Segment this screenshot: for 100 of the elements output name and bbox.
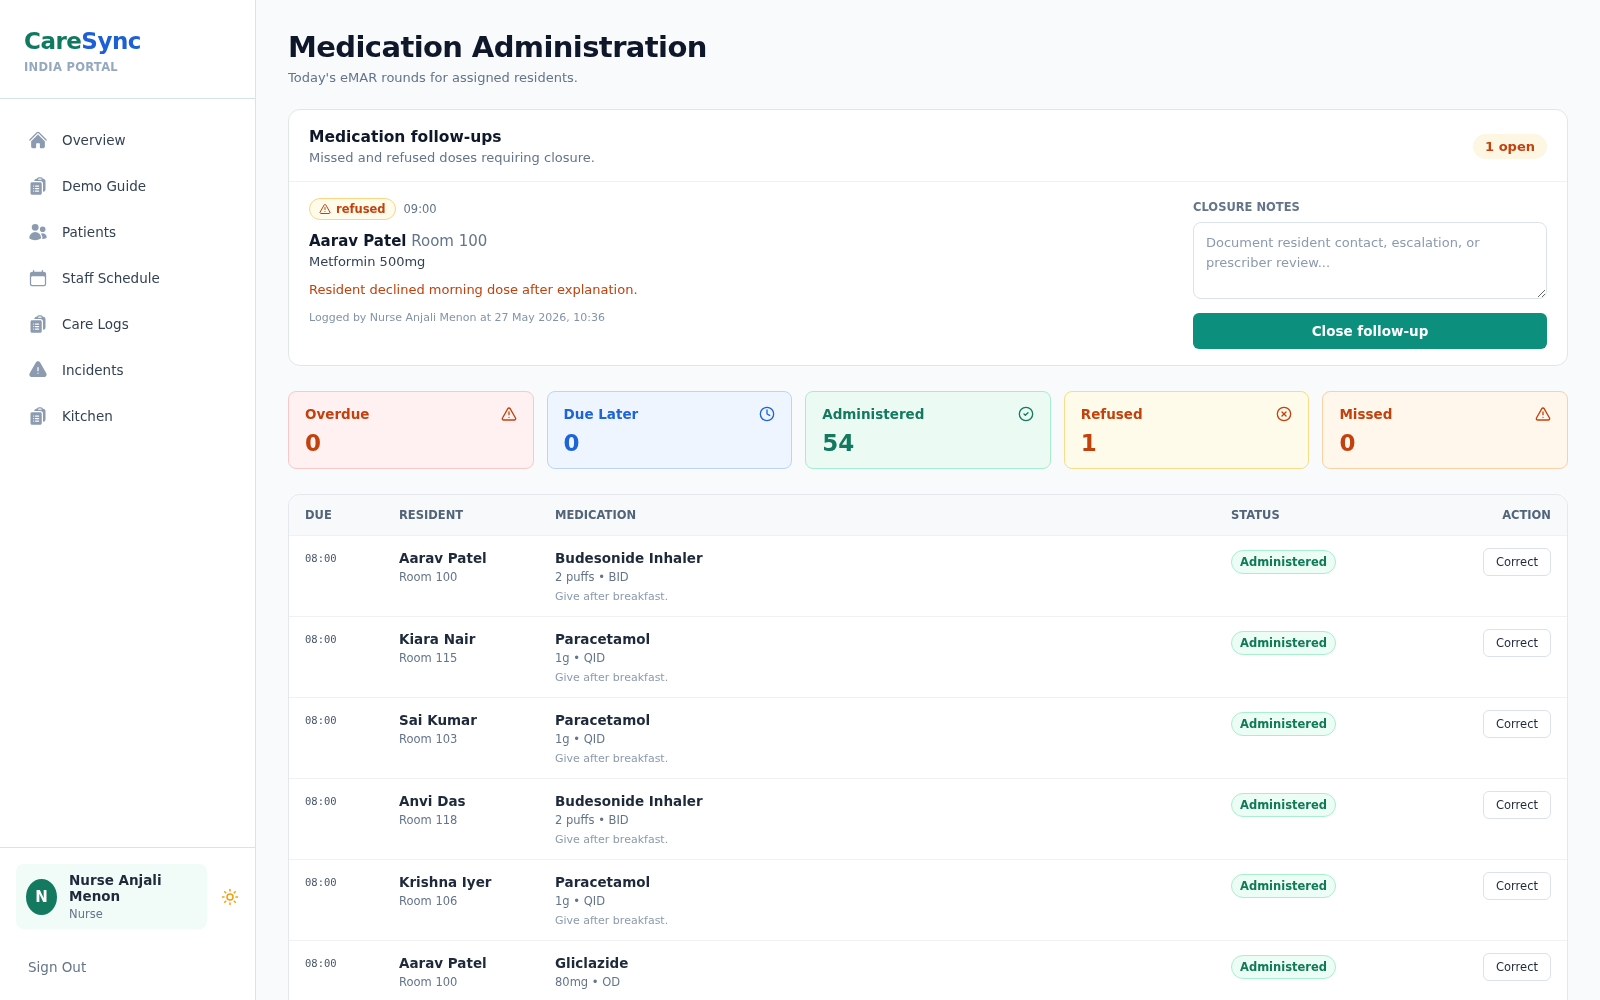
nav-item[interactable]: Overview [16,119,239,161]
resident-name: Krishna Iyer [399,874,493,890]
stat-value: 54 [822,430,856,456]
stat-value: 0 [1339,430,1357,456]
due-time: 08:00 [305,552,338,564]
status-badge: Administered [1231,793,1337,817]
resident-name: Aarav Patel [399,955,488,971]
user-avatar: N [26,878,58,915]
stat-label: Missed [1339,406,1393,422]
due-time: 08:00 [305,957,338,969]
dose-schedule: 1g • QID [555,894,606,908]
correct-button[interactable]: Correct [1483,548,1551,576]
stat-value: 0 [305,430,322,456]
medication-name: Paracetamol [555,712,652,728]
sign-out-link[interactable]: Sign Out [28,959,87,975]
stat-value: 1 [1080,430,1098,456]
stat-label: Refused [1080,406,1143,422]
instructions: Give after breakfast. [555,752,670,765]
nav-item[interactable]: Kitchen [16,395,239,437]
card-title: Medication follow-ups [309,128,503,146]
theme-toggle-button[interactable] [221,887,239,906]
clipboard-icon [28,314,48,334]
instructions: Give after breakfast. [555,914,670,927]
clipboard-icon [28,176,48,196]
card-subtitle: Missed and refused doses requiring closure. [309,150,595,165]
column-header: RESIDENT [399,508,465,522]
dose-schedule: 1g • QID [555,732,606,746]
user-role: Nurse [69,907,104,921]
warning-icon [500,406,517,422]
due-time: 08:00 [305,633,338,645]
brand-logo: CareSync [24,28,142,54]
correct-button[interactable]: Correct [1483,629,1551,657]
instructions: Give after breakfast. [555,590,670,603]
medication-name: Paracetamol [555,631,652,647]
nav-item[interactable]: Demo Guide [16,165,239,207]
nav-item[interactable]: Staff Schedule [16,257,239,299]
medication-name: Gliclazide [555,955,630,971]
notes-label: CLOSURE NOTES [1193,200,1301,214]
user-name: Nurse Anjali Menon [69,872,163,904]
room-number: Room 118 [399,813,459,827]
status-badge: Administered [1231,955,1337,979]
resident-name: Kiara Nair [399,631,477,647]
due-time: 08:00 [305,714,338,726]
status-badge: Administered [1231,550,1337,574]
room-number: Room 103 [399,732,459,746]
instructions: Give after breakfast. [555,671,670,684]
stat-label: Due Later [563,406,639,422]
stat-label: Overdue [305,406,370,422]
nav-item[interactable]: Care Logs [16,303,239,345]
correct-button[interactable]: Correct [1483,710,1551,738]
correct-button[interactable]: Correct [1483,791,1551,819]
page-subtitle: Today's eMAR rounds for assigned residents. [288,70,579,85]
instructions: Give after breakfast. [555,833,670,846]
resident-name: Anvi Das [399,793,467,809]
close-follow-up-button[interactable]: Close follow-up [1193,313,1547,349]
portal-subtitle: INDIA PORTAL [24,60,119,74]
medication-name: Budesonide Inhaler [555,793,704,809]
warning-icon [28,360,48,380]
room-number: Room 106 [399,894,459,908]
nav-item[interactable]: Patients [16,211,239,253]
column-header: ACTION [1502,508,1551,522]
medication-name: Paracetamol [555,874,652,890]
nav-item[interactable]: Incidents [16,349,239,391]
people-icon [28,222,48,242]
dose-schedule: 1g • QID [555,651,606,665]
resident-name: Sai Kumar [399,712,478,728]
due-time: 08:00 [305,795,338,807]
open-count-badge: 1 open [1473,134,1547,159]
stat-value: 0 [563,430,581,456]
check-circle-icon [1017,406,1034,422]
x-circle-icon [1276,406,1293,422]
column-header: MEDICATION [555,508,638,522]
sun-icon [221,887,239,906]
medication-name: Metformin 500mg [309,254,427,269]
correct-button[interactable]: Correct [1483,953,1551,981]
stat-label: Administered [822,406,925,422]
page-title: Medication Administration [288,30,708,64]
closure-notes-field[interactable]: Document resident contact, escalation, or prescriber review... [1193,222,1547,299]
clock-icon [759,406,776,422]
dose-schedule: 80mg • OD [555,975,622,989]
room-number: Room 100 [399,570,459,584]
resident-name: Aarav Patel Room 100 [309,232,489,250]
calendar-icon [28,268,48,288]
room-number: Room 100 [399,975,459,989]
dose-time: 09:00 [403,202,437,216]
dose-schedule: 2 puffs • BID [555,570,630,584]
due-time: 08:00 [305,876,338,888]
home-icon [28,130,48,150]
resident-name: Aarav Patel [399,550,488,566]
logged-by-text: Logged by Nurse Anjali Menon at 27 May 2026, 10:36 [309,311,606,324]
status-badge: Administered [1231,631,1337,655]
correct-button[interactable]: Correct [1483,872,1551,900]
dose-schedule: 2 puffs • BID [555,813,630,827]
clipboard-icon [28,406,48,426]
status-badge: Administered [1231,712,1337,736]
room-number: Room 115 [399,651,459,665]
refusal-note: Resident declined morning dose after explanation. [309,282,638,297]
medication-name: Budesonide Inhaler [555,550,704,566]
status-badge: Administered [1231,874,1337,898]
status-badge: refused [309,198,396,220]
